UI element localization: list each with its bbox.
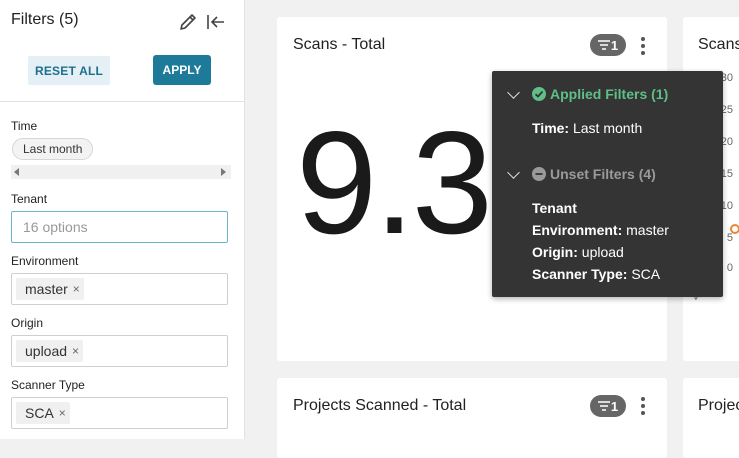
minus-circle-icon (532, 167, 546, 181)
unset-filter-row: Environment: master (532, 222, 669, 238)
applied-filter-row: Time: Last month (532, 120, 643, 136)
environment-tag: master × (16, 278, 84, 300)
projects-scanned-filter-count: 1 (610, 398, 619, 414)
scroll-right-icon[interactable] (221, 168, 226, 176)
check-circle-icon (532, 87, 546, 101)
applied-chevron-icon[interactable] (507, 86, 520, 99)
origin-tag: upload × (16, 340, 84, 362)
projects-partial-title: Projec (698, 397, 739, 414)
time-scrollbar[interactable] (11, 165, 231, 179)
filter-icon (597, 401, 610, 411)
reset-all-button[interactable]: RESET ALL (28, 56, 110, 85)
projects-partial-card (683, 378, 739, 458)
scans-total-filter-button[interactable]: 1 (590, 34, 626, 56)
environment-label: Environment (11, 254, 79, 268)
apply-button[interactable]: APPLY (153, 55, 211, 85)
tenant-label: Tenant (11, 192, 48, 206)
unset-filter-row: Scanner Type: SCA (532, 266, 661, 282)
environment-field[interactable]: master × (11, 273, 228, 305)
scans-total-title: Scans - Total (293, 36, 386, 53)
tenant-input[interactable] (23, 219, 213, 235)
unset-filters-header: Unset Filters (4) (550, 166, 656, 182)
applied-filters-header: Applied Filters (1) (550, 86, 669, 102)
y-tick: 0 (726, 262, 733, 274)
y-tick: 5 (726, 232, 733, 244)
unset-chevron-icon[interactable] (507, 166, 520, 179)
remove-environment-icon[interactable]: × (73, 278, 80, 300)
tenant-field[interactable] (11, 211, 228, 243)
scans-total-menu-icon[interactable] (640, 37, 646, 55)
sidebar-divider (0, 101, 244, 102)
origin-label: Origin (11, 316, 44, 330)
projects-scanned-menu-icon[interactable] (640, 397, 646, 415)
origin-field[interactable]: upload × (11, 335, 228, 367)
scroll-left-icon[interactable] (14, 168, 19, 176)
projects-scanned-card (277, 378, 667, 458)
remove-scanner-type-icon[interactable]: × (59, 402, 66, 424)
filters-tooltip: Applied Filters (1) Time: Last month Uns… (492, 71, 723, 297)
edit-icon[interactable] (177, 11, 199, 33)
scanner-type-tag-label: SCA (25, 405, 54, 421)
unset-filter-row: Origin: upload (532, 244, 624, 260)
time-chip[interactable]: Last month (12, 138, 94, 160)
scanner-type-tag: SCA × (16, 402, 70, 424)
filters-sidebar: Filters (5) RESET ALL APPLY Time Last mo… (0, 0, 245, 439)
collapse-sidebar-icon[interactable] (205, 11, 227, 33)
scanner-type-field[interactable]: SCA × (11, 397, 228, 429)
environment-tag-label: master (25, 281, 68, 297)
scans-chart-point[interactable] (730, 224, 739, 234)
scans-total-filter-count: 1 (610, 37, 619, 53)
scanner-type-label: Scanner Type (11, 378, 85, 392)
projects-scanned-title: Projects Scanned - Total (293, 397, 467, 414)
origin-tag-label: upload (25, 343, 68, 359)
filter-icon (597, 40, 610, 50)
projects-scanned-filter-button[interactable]: 1 (590, 395, 626, 417)
unset-filter-row: Tenant (532, 200, 577, 216)
time-label: Time (11, 119, 38, 133)
filters-title: Filters (5) (11, 11, 79, 28)
remove-origin-icon[interactable]: × (72, 340, 79, 362)
scans-chart-title: Scans (698, 36, 739, 53)
